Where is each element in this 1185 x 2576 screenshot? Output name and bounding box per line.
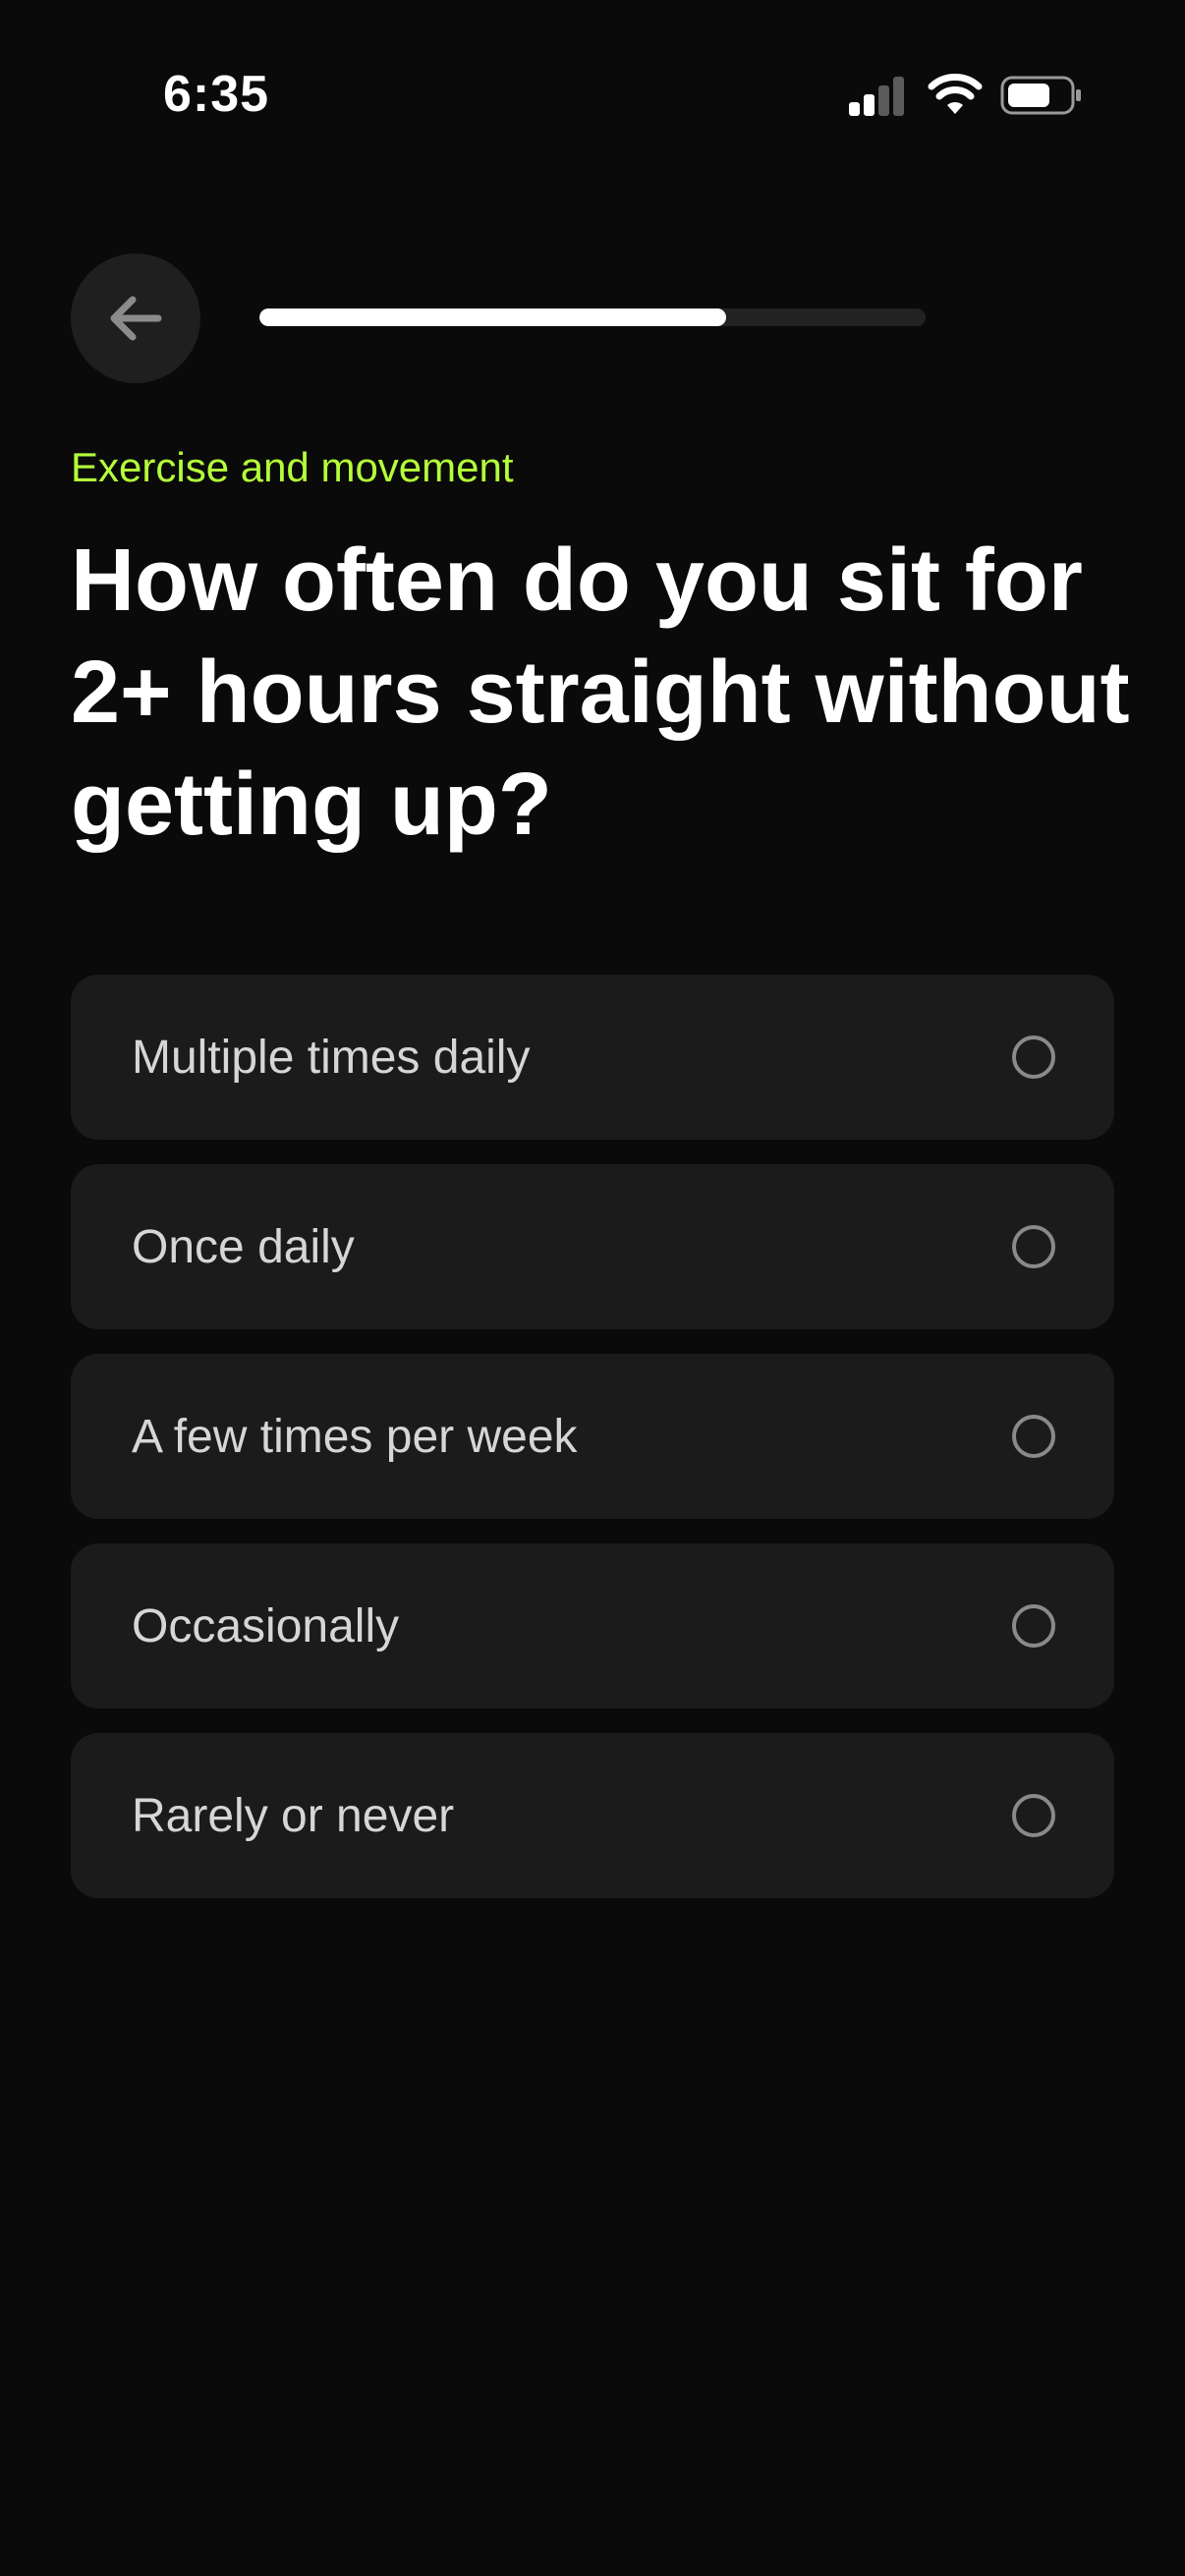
option-label: A few times per week xyxy=(132,1410,578,1463)
question-category: Exercise and movement xyxy=(71,444,514,490)
option-label: Multiple times daily xyxy=(132,1031,531,1084)
progress-bar xyxy=(259,308,926,326)
arrow-left-icon xyxy=(110,296,162,341)
radio-button[interactable] xyxy=(1012,1225,1055,1268)
option-label: Once daily xyxy=(132,1220,355,1273)
radio-button[interactable] xyxy=(1012,1415,1055,1458)
wifi-icon xyxy=(928,74,983,114)
status-time: 6:35 xyxy=(163,66,270,123)
radio-button[interactable] xyxy=(1012,1794,1055,1837)
option-occasionally[interactable]: Occasionally xyxy=(71,1543,1114,1708)
question-title: How often do you sit for 2+ hours straig… xyxy=(71,532,1130,854)
option-rarely-or-never[interactable]: Rarely or never xyxy=(71,1733,1114,1898)
option-once-daily[interactable]: Once daily xyxy=(71,1164,1114,1329)
option-label: Rarely or never xyxy=(132,1789,455,1842)
radio-button[interactable] xyxy=(1012,1604,1055,1648)
status-bar: 6:35 xyxy=(0,0,1185,196)
back-button[interactable] xyxy=(71,253,200,383)
radio-button[interactable] xyxy=(1012,1036,1055,1079)
progress-fill xyxy=(259,308,726,326)
cellular-signal-icon xyxy=(849,77,904,116)
option-label: Occasionally xyxy=(132,1599,400,1652)
answer-options: Multiple times daily Once daily A few ti… xyxy=(71,975,1114,1923)
battery-icon xyxy=(1000,76,1081,115)
option-multiple-times-daily[interactable]: Multiple times daily xyxy=(71,975,1114,1140)
option-few-times-per-week[interactable]: A few times per week xyxy=(71,1354,1114,1519)
